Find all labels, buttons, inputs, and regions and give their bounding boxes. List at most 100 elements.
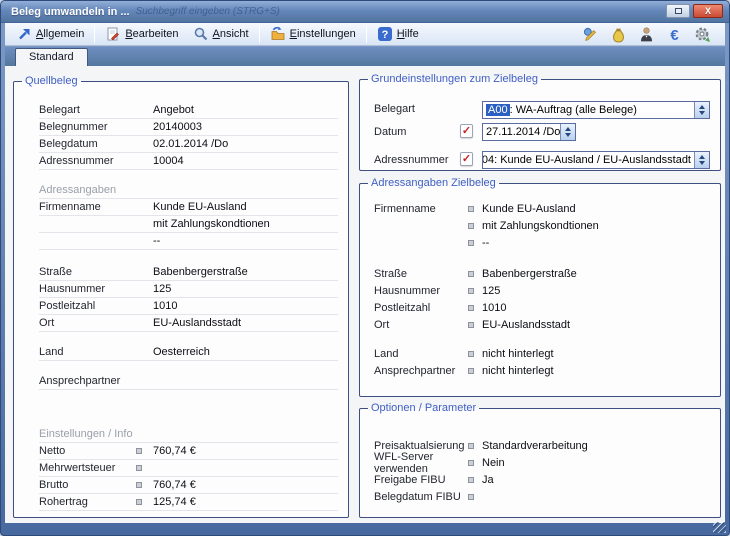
svg-text:?: ? [381,29,388,41]
euro-icon[interactable]: € [666,26,683,43]
field-label: Netto [39,445,136,457]
dialog-content: Quellbeleg BelegartAngebotBelegnummer201… [5,66,725,523]
field-label: Einstellungen / Info [39,428,133,440]
help-icon: ? [377,26,393,42]
tab-standard[interactable]: Standard [15,48,88,66]
magnifier-icon [193,26,209,42]
menu-item-hilfe[interactable]: ? Hilfe [370,24,426,44]
search-hint: Suchbegriff eingeben (STRG+S) [136,6,280,17]
field-label: Postleitzahl [374,302,468,314]
menu-item-bearbeiten[interactable]: Bearbeiten [98,24,185,44]
field-row: Ort EU-Auslandsstadt [39,315,338,332]
bullet-marker [468,443,474,449]
bullet-slot [468,443,482,449]
belegart-combobox[interactable]: A00 : WA-Auftrag (alle Belege) [482,101,710,119]
field-label: Straße [374,268,468,280]
field-value: 1010 [153,300,177,312]
bullet-marker [468,240,474,246]
toolbar-separator [94,26,95,43]
field-value: 125 [153,283,171,295]
person-icon[interactable] [638,26,655,43]
field-label: Ansprechpartner [39,375,136,387]
field-label: Adressangaben [39,184,116,196]
bullet-slot [468,288,482,294]
money-bag-icon[interactable] [610,26,627,43]
field-row: Postleitzahl 1010 [39,298,338,315]
window-title: Beleg umwandeln in ... [11,6,130,18]
field-label: Land [374,348,468,360]
field-value: nicht hinterlegt [482,365,554,377]
section-header: Adressangaben [39,182,338,199]
bullet-marker [468,322,474,328]
toolbar-right-icons: € [582,26,721,43]
field-label: Belegdatum FIBU [374,491,468,503]
bullet-marker [468,223,474,229]
bullet-marker [136,499,142,505]
spinner-button[interactable] [560,124,575,140]
field-value: Babenbergerstraße [482,268,577,280]
field-row: Hausnummer 125 [374,282,710,299]
bullet-slot [468,351,482,357]
field-label: Ort [39,317,136,329]
datum-input[interactable]: 27.11.2014 /Do [482,123,576,141]
field-label: Land [39,346,136,358]
field-value: 125 [482,285,500,297]
field-row: Mehrwertsteuer [39,460,338,477]
field-label: WFL-Server verwenden [374,451,468,475]
folder-icon [270,26,286,42]
menu-item-label: Bearbeiten [125,28,178,40]
bullet-marker [136,465,142,471]
bullet-slot [136,465,153,471]
field-value: 1010 [482,302,506,314]
menu-item-allgemein[interactable]: Allgemein [9,24,91,44]
resize-grip[interactable] [713,522,726,533]
tab-strip: Standard [5,47,725,66]
field-label: Brutto [39,479,136,491]
field-value: nicht hinterlegt [482,348,554,360]
field-label: Ort [374,319,468,331]
field-value: -- [153,235,160,247]
menu-item-label: Allgemein [36,28,84,40]
field-row: Straße Babenbergerstraße [374,265,710,282]
row-spacer [360,251,720,265]
section-header: Einstellungen / Info [39,426,338,443]
field-label: Datum [374,126,406,138]
field-label: Belegart [39,104,136,116]
check-icon[interactable] [460,124,473,138]
bullet-slot [136,499,153,505]
bullet-slot [136,448,153,454]
field-label: Mehrwertsteuer [39,462,136,474]
gear-icon[interactable] [694,26,711,43]
field-value: 760,74 € [153,479,196,491]
menu-item-ansicht[interactable]: Ansicht [186,24,256,44]
field-value: Kunde EU-Ausland [153,201,247,213]
maximize-button[interactable] [666,4,690,18]
adressnummer-combobox[interactable]: 10004: Kunde EU-Ausland / EU-Auslandssta… [482,151,710,169]
bullet-marker [468,460,474,466]
combobox-value: A00 : WA-Auftrag (alle Belege) [483,104,694,116]
field-label: Hausnummer [374,285,468,297]
combobox-value: 10004: Kunde EU-Ausland / EU-Auslandssta… [483,154,694,166]
target-address-panel: Adressangaben Zielbeleg FirmennameKunde … [359,177,721,397]
check-icon[interactable] [460,152,473,166]
field-row: Rohertrag125,74 € [39,494,338,511]
menu-item-einstellungen[interactable]: Einstellungen [263,24,363,44]
field-label: Postleitzahl [39,300,136,312]
options-rows: PreisaktualsierungStandardverarbeitungWF… [360,414,720,505]
field-label: Hausnummer [39,283,136,295]
spinner-button[interactable] [694,152,709,168]
field-label: Belegart [374,103,415,115]
spinner-button[interactable] [694,102,709,118]
bullet-slot [136,482,153,488]
field-label: Firmenname [39,201,136,213]
field-row: Netto760,74 € [39,443,338,460]
edit-pencil-icon[interactable] [582,26,599,43]
field-label: Belegdatum [39,138,136,150]
field-value: 125,74 € [153,496,196,508]
field-row: WFL-Server verwendenNein [374,454,710,471]
field-row: Belegnummer20140003 [39,119,338,136]
field-value: mit Zahlungskondtionen [482,220,599,232]
field-value: EU-Auslandsstadt [153,317,241,329]
bullet-marker [136,448,142,454]
close-button[interactable]: X [693,4,723,18]
